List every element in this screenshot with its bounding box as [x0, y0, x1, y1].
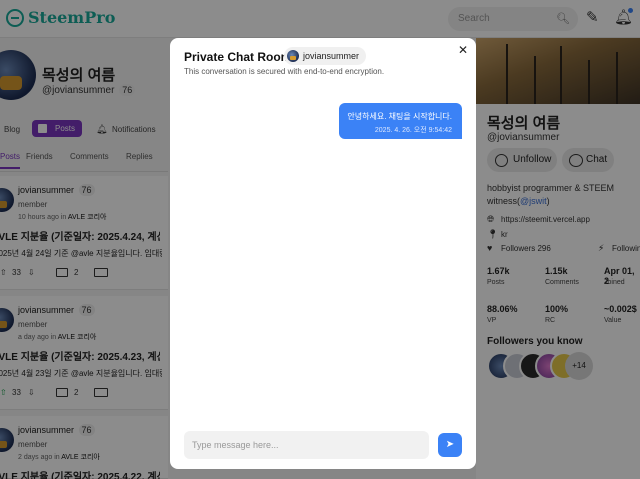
modal-title: Private Chat Room: [184, 50, 292, 64]
encryption-note: This conversation is secured with end-to…: [184, 67, 385, 76]
message-input[interactable]: [184, 431, 429, 459]
message-time: 2025. 4. 26. 오전 9:54:42: [374, 127, 452, 134]
chat-user-chip[interactable]: joviansummer: [284, 47, 367, 65]
chat-message-bubble: 안녕하세요. 채팅을 시작합니다. 2025. 4. 26. 오전 9:54:4…: [339, 103, 462, 139]
send-button[interactable]: ➤: [438, 433, 462, 457]
send-icon: ➤: [445, 439, 455, 450]
chat-username: joviansummer: [303, 51, 360, 61]
message-text: 안녕하세요. 채팅을 시작합니다.: [347, 112, 452, 121]
close-icon[interactable]: ✕: [458, 43, 468, 57]
private-chat-modal: Private Chat Room joviansummer ✕ This co…: [170, 38, 476, 469]
chat-user-avatar: [287, 50, 299, 62]
